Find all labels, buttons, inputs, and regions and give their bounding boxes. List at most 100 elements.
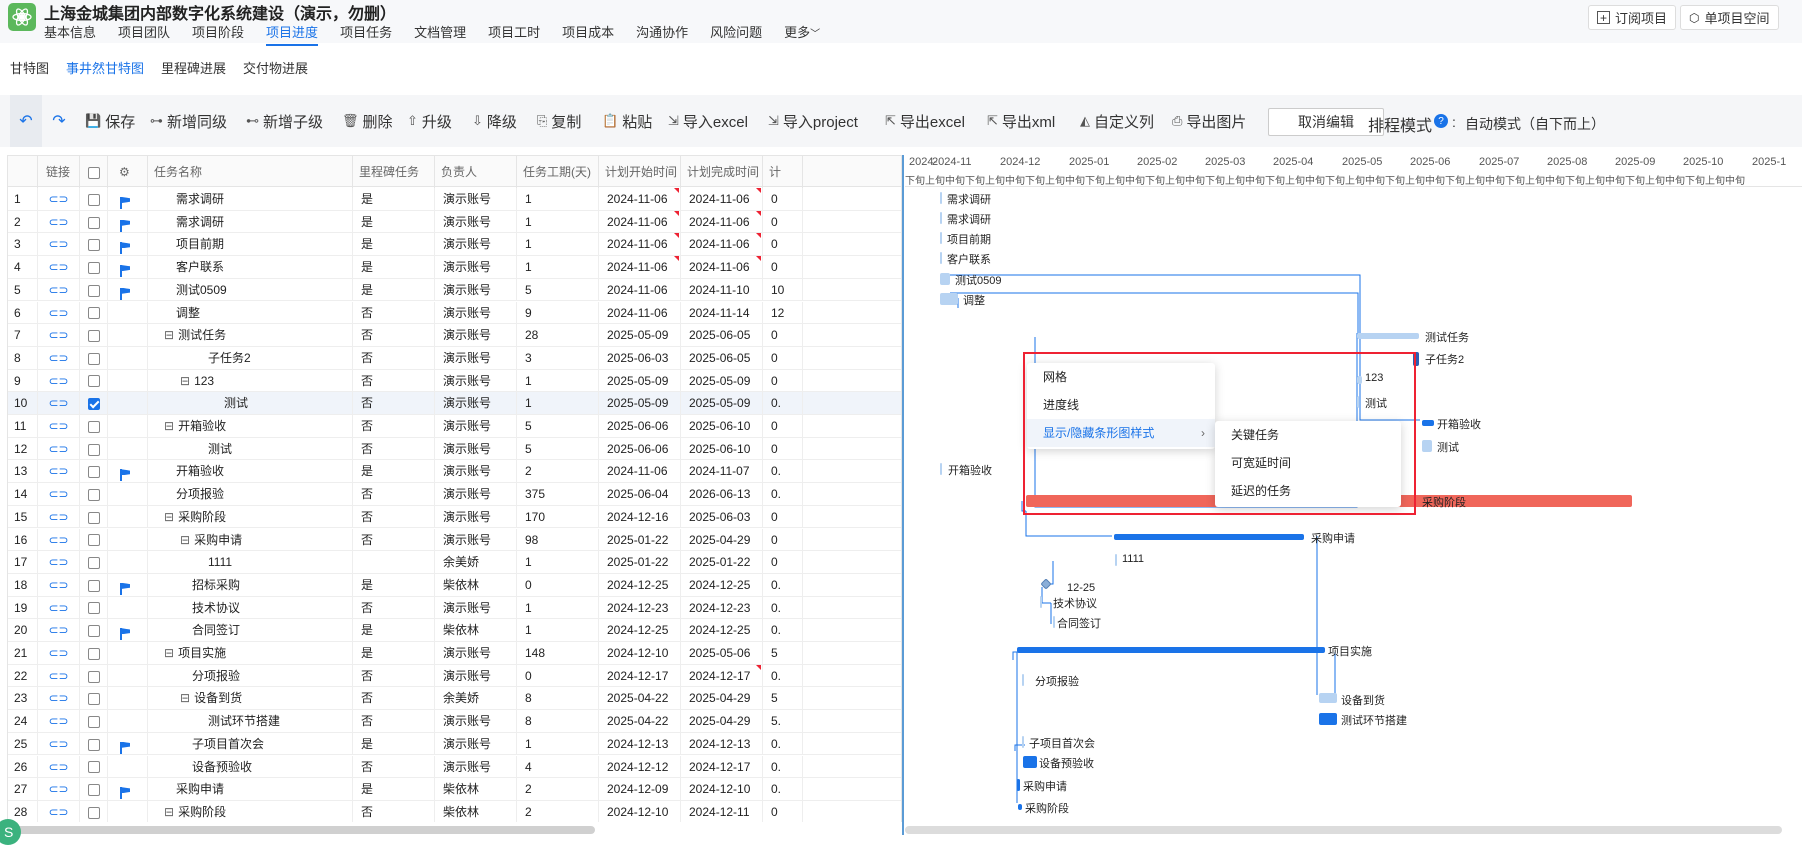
paste-button[interactable]: 📋 粘贴 bbox=[602, 95, 652, 147]
extra-cell[interactable]: 0. bbox=[763, 460, 803, 483]
checkbox-cell[interactable] bbox=[80, 324, 108, 347]
milestone-cell[interactable]: 否 bbox=[353, 664, 435, 687]
gantt-bar[interactable] bbox=[1018, 804, 1022, 810]
extra-cell[interactable]: 0. bbox=[763, 483, 803, 506]
start-date-cell[interactable]: 2024-12-10 bbox=[599, 800, 681, 822]
nav-cost[interactable]: 项目成本 bbox=[562, 22, 614, 46]
schedule-mode-value[interactable]: 自动模式（自下而上） bbox=[1465, 114, 1605, 134]
milestone-cell[interactable]: 否 bbox=[353, 505, 435, 528]
link-cell[interactable]: ⊂⊃ bbox=[38, 505, 80, 528]
end-date-cell[interactable]: 2024-11-10 bbox=[681, 278, 763, 301]
start-date-cell[interactable]: 2024-11-06 bbox=[599, 278, 681, 301]
row-checkbox[interactable] bbox=[88, 375, 100, 388]
row-checkbox[interactable] bbox=[88, 261, 100, 274]
copy-button[interactable]: ⎘ 复制 bbox=[537, 95, 581, 147]
collapse-toggle-icon[interactable]: ⊟ bbox=[180, 374, 190, 388]
row-checkbox[interactable] bbox=[88, 398, 100, 411]
link-icon[interactable]: ⊂⊃ bbox=[48, 396, 68, 410]
end-date-cell[interactable]: 2025-05-09 bbox=[681, 392, 763, 415]
delete-button[interactable]: 🗑 删除 bbox=[342, 95, 393, 147]
owner-cell[interactable]: 演示账号 bbox=[435, 210, 517, 233]
checkbox-cell[interactable] bbox=[80, 778, 108, 801]
end-date-cell[interactable]: 2024-11-06 bbox=[681, 233, 763, 256]
link-cell[interactable]: ⊂⊃ bbox=[38, 596, 80, 619]
duration-cell[interactable]: 9 bbox=[517, 301, 599, 324]
task-name-cell[interactable]: ⊟ 项目实施 bbox=[148, 642, 353, 664]
link-cell[interactable]: ⊂⊃ bbox=[38, 528, 80, 551]
table-row[interactable]: 18 ⊂⊃ 招标采购 是柴依林 0 2024-12-25 2024-12-25 0. bbox=[8, 573, 901, 597]
tab-deliverable[interactable]: 交付物进展 bbox=[243, 58, 308, 77]
end-date-cell[interactable]: 2024-11-06 bbox=[681, 256, 763, 279]
extra-cell[interactable]: 0 bbox=[763, 437, 803, 460]
owner-cell[interactable]: 演示账号 bbox=[435, 755, 517, 778]
pane-splitter[interactable] bbox=[902, 155, 904, 835]
table-row[interactable]: 4 ⊂⊃ 客户联系 是演示账号 1 2024-11-06 2024-11-06 0 bbox=[8, 256, 901, 279]
link-icon[interactable]: ⊂⊃ bbox=[48, 760, 68, 774]
tab-gantt[interactable]: 甘特图 bbox=[10, 58, 49, 77]
collapse-toggle-icon[interactable]: ⊟ bbox=[164, 805, 174, 819]
gantt-bar[interactable] bbox=[1022, 736, 1024, 748]
subscribe-button[interactable]: + 订阅项目 bbox=[1588, 5, 1677, 30]
row-checkbox[interactable] bbox=[88, 420, 100, 433]
row-checkbox[interactable] bbox=[88, 784, 100, 797]
extra-cell[interactable]: 0 bbox=[763, 800, 803, 822]
end-date-cell[interactable]: 2024-12-13 bbox=[681, 732, 763, 755]
link-icon[interactable]: ⊂⊃ bbox=[48, 260, 68, 274]
extra-cell[interactable]: 5 bbox=[763, 642, 803, 664]
row-checkbox[interactable] bbox=[88, 239, 100, 252]
link-icon[interactable]: ⊂⊃ bbox=[48, 192, 68, 206]
task-name-cell[interactable]: ⊟ 采购阶段 bbox=[148, 800, 353, 822]
collapse-toggle-icon[interactable]: ⊟ bbox=[180, 691, 190, 705]
link-icon[interactable]: ⊂⊃ bbox=[48, 306, 68, 320]
table-row[interactable]: 20 ⊂⊃ 合同签订 是柴依林 1 2024-12-25 2024-12-25 0. bbox=[8, 619, 901, 642]
link-cell[interactable]: ⊂⊃ bbox=[38, 664, 80, 687]
link-icon[interactable]: ⊂⊃ bbox=[48, 623, 68, 637]
milestone-cell[interactable]: 否 bbox=[353, 437, 435, 460]
duration-cell[interactable]: 1 bbox=[517, 619, 599, 642]
extra-cell[interactable]: 0 bbox=[763, 415, 803, 437]
milestone-cell[interactable]: 是 bbox=[353, 573, 435, 596]
table-row[interactable]: 15 ⊂⊃ ⊟ 采购阶段 否演示账号 170 2024-12-16 2025-06-03 0 bbox=[8, 505, 901, 529]
row-checkbox[interactable] bbox=[88, 579, 100, 592]
task-name-cell[interactable]: 测试0509 bbox=[148, 278, 353, 301]
checkbox-cell[interactable] bbox=[80, 596, 108, 619]
row-checkbox[interactable] bbox=[88, 511, 100, 524]
link-cell[interactable]: ⊂⊃ bbox=[38, 460, 80, 483]
gantt-bar[interactable] bbox=[940, 212, 942, 224]
end-date-cell[interactable]: 2024-11-06 bbox=[681, 188, 763, 210]
checkbox-cell[interactable] bbox=[80, 346, 108, 369]
row-checkbox[interactable] bbox=[88, 193, 100, 206]
start-date-cell[interactable]: 2025-06-03 bbox=[599, 346, 681, 369]
extra-cell[interactable]: 0 bbox=[763, 505, 803, 528]
milestone-cell[interactable]: 是 bbox=[353, 460, 435, 483]
link-cell[interactable]: ⊂⊃ bbox=[38, 755, 80, 778]
gantt-bar[interactable] bbox=[940, 273, 950, 285]
table-row[interactable]: 12 ⊂⊃ 测试 否演示账号 5 2025-06-06 2025-06-10 0 bbox=[8, 437, 901, 461]
link-cell[interactable]: ⊂⊃ bbox=[38, 619, 80, 642]
link-cell[interactable]: ⊂⊃ bbox=[38, 573, 80, 596]
milestone-cell[interactable]: 是 bbox=[353, 278, 435, 301]
task-name-cell[interactable]: 子任务2 bbox=[148, 346, 353, 369]
gantt-bar[interactable] bbox=[1017, 779, 1020, 791]
row-checkbox[interactable] bbox=[88, 284, 100, 297]
import-project-button[interactable]: ⇲ 导入project bbox=[768, 95, 858, 147]
link-icon[interactable]: ⊂⊃ bbox=[48, 646, 68, 660]
owner-cell[interactable]: 演示账号 bbox=[435, 710, 517, 733]
duration-cell[interactable]: 375 bbox=[517, 483, 599, 506]
end-date-cell[interactable]: 2024-11-06 bbox=[681, 210, 763, 233]
milestone-cell[interactable]: 是 bbox=[353, 256, 435, 279]
start-date-cell[interactable]: 2024-11-06 bbox=[599, 210, 681, 233]
custom-columns-button[interactable]: ◭ 自定义列 bbox=[1080, 95, 1154, 147]
row-checkbox[interactable] bbox=[88, 738, 100, 751]
link-icon[interactable]: ⊂⊃ bbox=[48, 351, 68, 365]
float-logo[interactable]: S bbox=[0, 817, 24, 847]
link-cell[interactable]: ⊂⊃ bbox=[38, 188, 80, 210]
start-date-cell[interactable]: 2024-11-06 bbox=[599, 233, 681, 256]
milestone-cell[interactable]: 否 bbox=[353, 346, 435, 369]
milestone-cell[interactable]: 否 bbox=[353, 755, 435, 778]
checkbox-cell[interactable] bbox=[80, 755, 108, 778]
nav-docs[interactable]: 文档管理 bbox=[414, 22, 466, 46]
task-name-cell[interactable]: 开箱验收 bbox=[148, 460, 353, 483]
link-icon[interactable]: ⊂⊃ bbox=[48, 578, 68, 592]
gantt-bar[interactable] bbox=[1023, 756, 1037, 768]
